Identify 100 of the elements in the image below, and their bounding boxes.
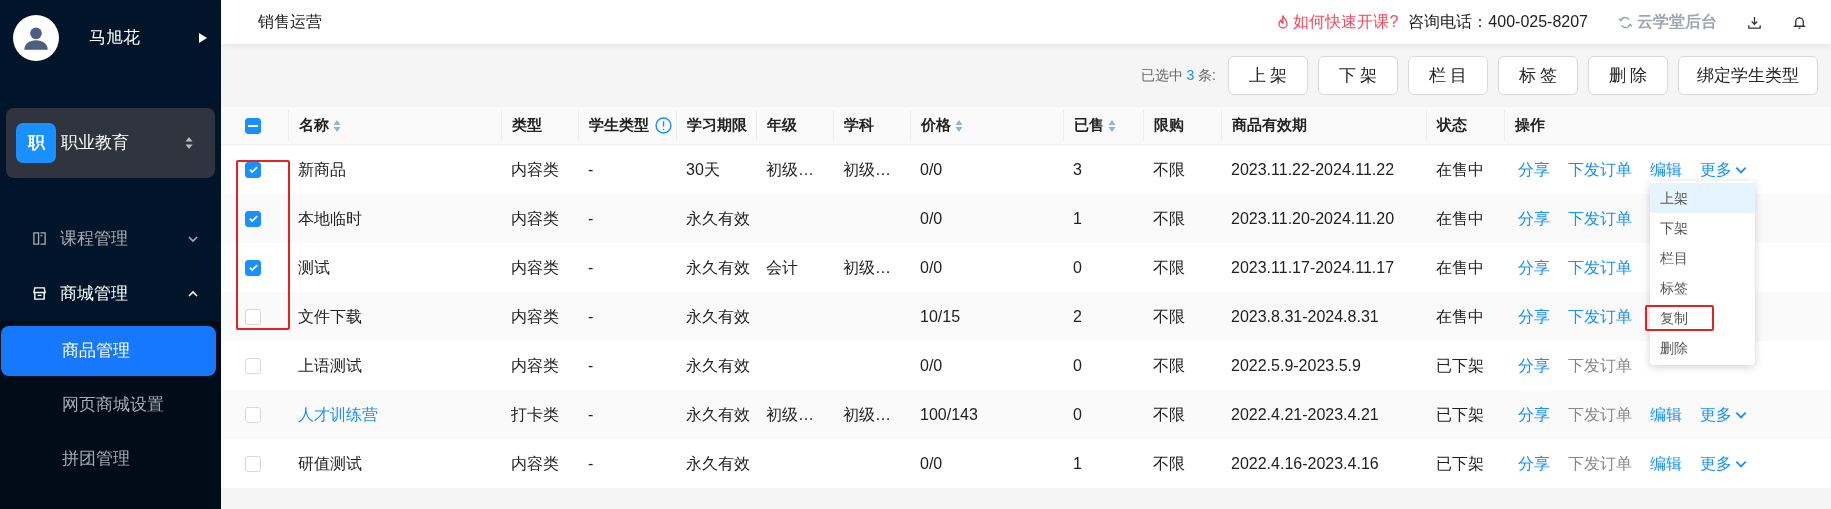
table-cell-text: - bbox=[588, 453, 594, 474]
table-cell-text: 初级… bbox=[843, 257, 891, 278]
toolbar-button[interactable]: 标 签 bbox=[1498, 56, 1578, 95]
table-cell-text: 永久有效 bbox=[686, 208, 750, 229]
table-cell-text: 2023.11.22-2024.11.22 bbox=[1231, 159, 1395, 180]
toolbar-button[interactable]: 栏 目 bbox=[1408, 56, 1488, 95]
table-cell-text: 内容类 bbox=[511, 257, 559, 278]
table-cell-text: 2022.4.21-2023.4.21 bbox=[1231, 404, 1379, 425]
table-cell-text: 文件下载 bbox=[298, 306, 362, 327]
toolbar-button[interactable]: 下 架 bbox=[1318, 56, 1398, 95]
table-cell-text: 在售中 bbox=[1436, 257, 1484, 278]
column-label: 状态 bbox=[1437, 115, 1467, 136]
column-label: 学科 bbox=[844, 115, 874, 136]
table-cell-text: 2022.4.16-2023.4.16 bbox=[1231, 453, 1379, 474]
org-name: 职业教育 bbox=[61, 132, 130, 155]
selection-count: 已选中 3 条: bbox=[1140, 66, 1216, 85]
caret-icon[interactable] bbox=[199, 32, 207, 43]
submenu-item[interactable]: 网页商城设置 bbox=[1, 380, 216, 430]
switch-arrows-icon bbox=[185, 136, 193, 150]
table-cell-text: 会计 bbox=[766, 257, 798, 278]
table-cell-text: 不限 bbox=[1153, 404, 1185, 425]
table-cell-text: 2023.8.31-2024.8.31 bbox=[1231, 306, 1379, 327]
menu-item[interactable]: 课程管理 bbox=[0, 211, 221, 266]
column-label: 名称 bbox=[299, 115, 329, 136]
table-cell-text: 在售中 bbox=[1436, 306, 1484, 327]
table-cell-text: 初级… bbox=[766, 159, 814, 180]
table-cell-text: 在售中 bbox=[1436, 208, 1484, 229]
check-icon bbox=[247, 262, 259, 273]
table-cell-text: 研值测试 bbox=[298, 453, 362, 474]
table-cell-text: 本地临时 bbox=[298, 208, 362, 229]
menu-option[interactable]: 标签 bbox=[1650, 273, 1755, 303]
menu-item[interactable]: 商城管理 bbox=[0, 266, 221, 321]
menu-option[interactable]: 栏目 bbox=[1650, 243, 1755, 273]
table-cell-text: 1 bbox=[1073, 208, 1082, 229]
table-cell-text: 30天 bbox=[686, 159, 720, 180]
submenu-item[interactable]: 商品管理 bbox=[1, 326, 216, 376]
table-cell-text: 内容类 bbox=[511, 159, 559, 180]
table-cell-text: 已下架 bbox=[1436, 453, 1484, 474]
table-cell-text: 2 bbox=[1073, 306, 1082, 327]
sort-icon[interactable] bbox=[955, 118, 963, 133]
bell-icon[interactable] bbox=[1792, 14, 1807, 30]
column-label: 限购 bbox=[1154, 115, 1184, 136]
table-cell-text: 在售中 bbox=[1436, 159, 1484, 180]
sort-icon[interactable] bbox=[333, 118, 341, 133]
menu-option[interactable]: 复制 bbox=[1650, 303, 1755, 333]
page-title: 销售运营 bbox=[258, 12, 323, 32]
table-cell-text: 永久有效 bbox=[686, 306, 750, 327]
column-label: 学生类型 bbox=[589, 115, 649, 136]
table-cell-text: 初级… bbox=[843, 404, 891, 425]
table-cell-text: 2023.11.20-2024.11.20 bbox=[1231, 208, 1395, 229]
org-badge: 职 bbox=[16, 123, 56, 163]
menu-option[interactable]: 上架 bbox=[1650, 183, 1755, 213]
switch-icon bbox=[1618, 14, 1633, 30]
table-cell-text: 不限 bbox=[1153, 453, 1185, 474]
sort-icon[interactable] bbox=[1108, 118, 1116, 133]
table-cell-text: 打卡类 bbox=[511, 404, 559, 425]
table-cell-text: 测试 bbox=[298, 257, 330, 278]
menu-option[interactable]: 删除 bbox=[1650, 333, 1755, 363]
book-icon bbox=[32, 231, 47, 246]
flame-icon bbox=[1277, 15, 1290, 29]
help-link[interactable]: 如何快速开课? bbox=[1293, 10, 1399, 34]
table-cell-text: 不限 bbox=[1153, 159, 1185, 180]
table-cell-text: - bbox=[588, 208, 594, 229]
column-label: 商品有效期 bbox=[1232, 115, 1307, 136]
table-cell-text: 10/15 bbox=[920, 306, 961, 327]
org-switcher[interactable]: 职 职业教育 bbox=[6, 108, 215, 178]
table-cell-text: 0/0 bbox=[920, 208, 943, 229]
table-cell-text: 不限 bbox=[1153, 257, 1185, 278]
table-cell-text: 0/0 bbox=[920, 453, 943, 474]
table-cell-text: 0/0 bbox=[920, 257, 943, 278]
checkbox[interactable] bbox=[245, 259, 261, 276]
table-cell-text: - bbox=[588, 159, 594, 180]
column-label: 操作 bbox=[1515, 115, 1545, 136]
avatar[interactable] bbox=[13, 14, 59, 61]
checkbox[interactable] bbox=[245, 117, 261, 134]
menu-option[interactable]: 下架 bbox=[1650, 213, 1755, 243]
toolbar-button[interactable]: 绑定学生类型 bbox=[1678, 56, 1818, 95]
column-label: 已售 bbox=[1074, 115, 1104, 136]
table-cell-text: 1 bbox=[1073, 453, 1082, 474]
phone-text: 咨询电话：400-025-8207 bbox=[1408, 12, 1588, 32]
column-label: 类型 bbox=[512, 115, 542, 136]
table-cell-text: 0 bbox=[1073, 404, 1082, 425]
table-cell-text: 100/143 bbox=[920, 404, 978, 425]
table-cell-text: 永久有效 bbox=[686, 404, 750, 425]
info-icon[interactable] bbox=[655, 117, 672, 134]
table-cell-text: 永久有效 bbox=[686, 453, 750, 474]
table-cell-text: 2023.11.17-2024.11.17 bbox=[1231, 257, 1395, 278]
check-icon bbox=[247, 213, 259, 224]
table-cell-text: - bbox=[588, 257, 594, 278]
download-icon[interactable] bbox=[1747, 14, 1762, 30]
toolbar-button[interactable]: 删 除 bbox=[1588, 56, 1668, 95]
table-cell-text: 已下架 bbox=[1436, 404, 1484, 425]
submenu-item[interactable]: 拼团管理 bbox=[1, 434, 216, 484]
toolbar-button[interactable]: 上 架 bbox=[1228, 56, 1308, 95]
table-cell-text: 初级… bbox=[766, 404, 814, 425]
checkbox[interactable] bbox=[245, 210, 261, 227]
table-cell-text: 内容类 bbox=[511, 306, 559, 327]
table-cell-text: 永久有效 bbox=[686, 257, 750, 278]
column-label: 价格 bbox=[921, 115, 951, 136]
table-cell-text: 不限 bbox=[1153, 208, 1185, 229]
